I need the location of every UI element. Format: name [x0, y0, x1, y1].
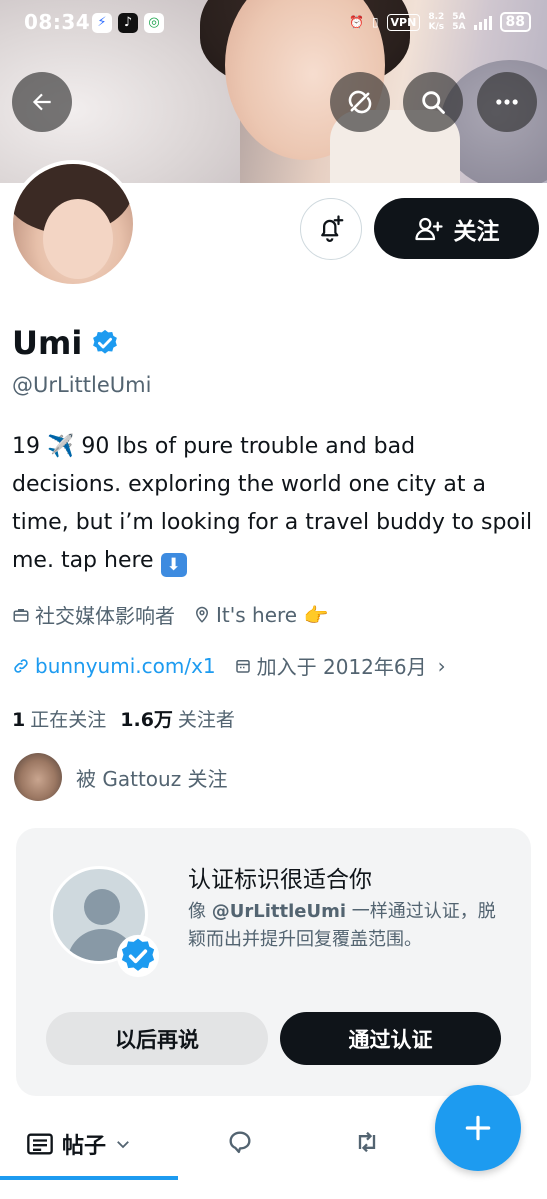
tab-reposts[interactable] [352, 1128, 382, 1156]
verification-prompt-card: 认证标识很适合你 像 @UrLittleUmi 一样通过认证，脱颖而出并提升回复… [16, 828, 531, 1096]
chevron-down-icon [117, 1141, 129, 1149]
verified-badge-icon [116, 934, 160, 978]
translate-icon [348, 90, 372, 114]
bell-plus-icon [321, 215, 344, 242]
bio-line: time, but i’m looking for a travel buddy… [12, 510, 533, 535]
translate-button[interactable] [330, 72, 390, 132]
more-button[interactable] [477, 72, 537, 132]
profile-name: Umi [12, 324, 120, 362]
display-name: Umi [12, 324, 83, 362]
tiktok-app-icon: ♪ [118, 13, 138, 33]
profile-meta-row: 社交媒体影响者 It's here 👉 [12, 600, 346, 629]
category-item: 社交媒体影响者 [12, 600, 175, 629]
reply-icon [229, 1131, 251, 1154]
profile-meta-row-2: bunnyumi.com/x1 加入于 2012年6月 › [12, 651, 464, 680]
briefcase-icon [13, 608, 29, 622]
tab-replies[interactable] [226, 1128, 254, 1156]
net-speed: 8.2 K/s [428, 12, 445, 32]
location-pin-icon [195, 606, 209, 623]
followed-by-text: 被 Gattouz 关注 [76, 766, 228, 791]
status-time: 08:34 [24, 10, 91, 34]
notifications-button[interactable] [300, 198, 362, 260]
posts-icon [27, 1133, 53, 1155]
profile-handle: @UrLittleUmi [12, 373, 152, 397]
add-user-icon [414, 217, 443, 240]
sim-labels: 5A 5A [452, 12, 466, 32]
website-item[interactable]: bunnyumi.com/x1 [12, 654, 216, 678]
search-icon [422, 91, 445, 114]
calendar-icon [235, 659, 250, 673]
bio-line: 19 ✈️ 90 lbs of pure trouble and bad [12, 434, 416, 459]
follow-button[interactable]: 关注 [374, 198, 539, 259]
link-icon [14, 658, 28, 673]
tab-posts[interactable]: 帖子 [26, 1128, 132, 1160]
compose-button[interactable] [435, 1085, 521, 1171]
vibrate-icon: ▯ [371, 15, 379, 29]
card-description: 像 @UrLittleUmi 一样通过认证，脱颖而出并提升回复覆盖范围。 [188, 901, 496, 950]
back-button[interactable] [12, 72, 72, 132]
chevron-right-icon: › [437, 653, 446, 678]
verified-badge-icon[interactable] [90, 328, 120, 358]
bio-line: me. tap here ⬇ [12, 542, 537, 580]
back-arrow-icon [32, 93, 51, 111]
profile-avatar[interactable] [9, 160, 137, 288]
search-button[interactable] [403, 72, 463, 132]
repost-icon [358, 1131, 376, 1153]
more-icon [496, 99, 518, 105]
alarm-icon: ⏰ [348, 15, 364, 29]
plus-icon [465, 1115, 491, 1141]
location-item: It's here 👉 [193, 603, 328, 627]
profile-bio: 19 ✈️ 90 lbs of pure trouble and bad dec… [12, 428, 537, 580]
status-bar: 08:34 ⚡ ♪ ◎ ⏰ ▯ VPN 8.2 K/s 5A 5A 88 [0, 0, 547, 48]
down-arrow-emoji: ⬇ [160, 553, 187, 577]
tab-posts-label: 帖子 [62, 1134, 107, 1159]
follow-label: 关注 [453, 218, 500, 245]
verify-button[interactable]: 通过认证 [280, 1012, 501, 1065]
followed-by[interactable]: 被 Gattouz 关注 [14, 753, 228, 801]
signal-icon [473, 14, 492, 30]
later-button[interactable]: 以后再说 [46, 1012, 268, 1065]
feishu-app-icon: ⚡ [92, 13, 112, 33]
vpn-badge: VPN [386, 13, 421, 31]
follower-avatar [14, 753, 62, 801]
follow-stats: 1 正在关注 1.6万 关注者 [12, 705, 235, 732]
website-link[interactable]: bunnyumi.com/x1 [35, 654, 216, 678]
joined-item[interactable]: 加入于 2012年6月 › [234, 651, 446, 680]
active-tab-indicator [0, 1176, 178, 1180]
following-stat[interactable]: 1 正在关注 [12, 705, 106, 732]
bio-line: decisions. exploring the world one city … [12, 472, 486, 497]
battery-indicator: 88 [499, 12, 531, 32]
card-title: 认证标识很适合你 [188, 867, 372, 893]
mobile-app-icon: ◎ [144, 13, 164, 33]
followers-stat[interactable]: 1.6万 关注者 [120, 705, 235, 732]
